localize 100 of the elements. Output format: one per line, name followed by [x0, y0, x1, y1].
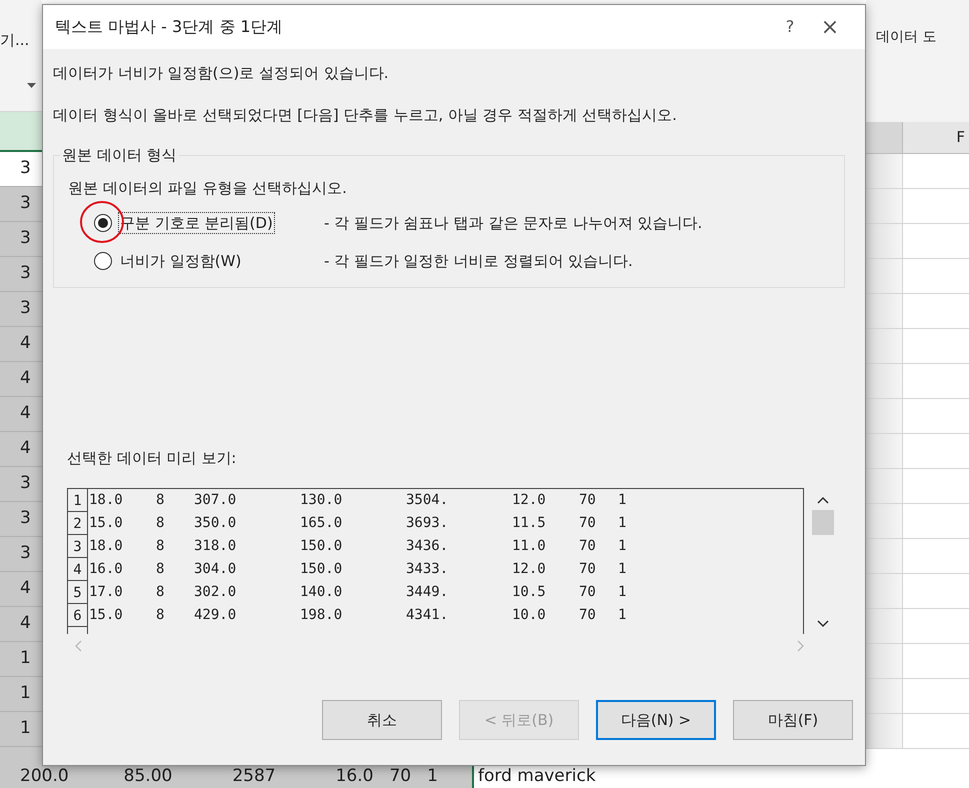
spreadsheet-cell	[866, 294, 903, 329]
preview-value: 8	[155, 491, 166, 510]
spreadsheet-cell	[866, 469, 903, 504]
preview-value: 8	[155, 583, 166, 602]
spreadsheet-cell	[866, 189, 903, 224]
preview-value: 1	[617, 537, 628, 556]
spreadsheet-cell	[866, 539, 903, 574]
preview-value: 70	[578, 537, 597, 556]
message-text: 데이터 형식이 올바로 선택되었다면 [다음] 단추를 누르고, 아닐 경우 적절하게 선택하십시오.	[53, 105, 678, 125]
preview-value: 165.0	[299, 514, 344, 533]
column-header[interactable]: F	[903, 122, 969, 153]
scroll-down-icon[interactable]	[816, 620, 828, 628]
spreadsheet-cell	[866, 259, 903, 294]
cell-value: 3	[20, 297, 31, 320]
cell-value: 3	[20, 157, 31, 180]
preview-value: 350.0	[193, 514, 238, 533]
dialog-button[interactable]: 다음(N) >	[596, 700, 716, 740]
preview-value: 70	[578, 583, 597, 602]
preview-value: 3449.	[405, 583, 450, 602]
radio-button[interactable]	[94, 214, 112, 232]
radio-option[interactable]: 너비가 일정함(W)	[94, 251, 326, 271]
ribbon-label: 기...	[0, 33, 30, 48]
preview-value: 8	[155, 560, 166, 579]
cell-value: 85.00	[124, 764, 172, 788]
spreadsheet-cell	[866, 364, 903, 399]
cell-value: 4	[20, 437, 31, 460]
preview-label: 선택한 데이터 미리 보기:	[67, 448, 238, 468]
preview-value: 1	[617, 606, 628, 625]
preview-value: 140.0	[299, 583, 344, 602]
preview-value: 11.0	[511, 537, 547, 556]
cell-value: 4	[20, 402, 31, 426]
spreadsheet-cell	[866, 329, 903, 364]
preview-value: 16.0	[88, 560, 124, 579]
preview-value: 15.0	[88, 606, 124, 625]
spreadsheet-cell	[866, 154, 903, 189]
spreadsheet-cell	[866, 399, 903, 434]
help-button[interactable]: ?	[775, 15, 805, 39]
spreadsheet-cell	[866, 679, 903, 714]
row-number: 4	[68, 558, 88, 581]
cell-value: 1	[427, 764, 438, 788]
prompt-text: 원본 데이터의 파일 유형을 선택하십시오.	[68, 178, 348, 198]
preview-value: 8	[155, 514, 166, 533]
preview-value: 18.0	[88, 537, 124, 556]
spreadsheet-cell	[866, 644, 903, 679]
cell-value: 3	[20, 192, 31, 216]
spreadsheet-cell	[866, 714, 903, 749]
row-number: 3	[68, 535, 88, 558]
preview-value: 11.5	[511, 514, 547, 533]
preview-value: 4341.	[405, 606, 450, 625]
spreadsheet-cell	[866, 224, 903, 259]
close-button[interactable]: ×	[815, 10, 845, 44]
spreadsheet-cell	[866, 574, 903, 609]
radio-button[interactable]	[94, 252, 112, 270]
cell-value: 16.0	[336, 764, 374, 788]
cell-value: 1	[20, 717, 31, 740]
cell-value: 3	[20, 227, 31, 250]
preview-value: 18.0	[88, 491, 124, 510]
preview-value: 307.0	[193, 491, 238, 510]
preview-value: 1	[617, 491, 628, 510]
ribbon-label: 데이터 도	[876, 30, 938, 44]
row-number: 1	[68, 489, 88, 512]
column-header[interactable]	[0, 112, 42, 152]
preview-value: 70	[578, 514, 597, 533]
dialog-button[interactable]: 취소	[322, 700, 442, 740]
preview-value: 10.0	[511, 606, 547, 625]
preview-value: 12.0	[511, 560, 547, 579]
preview-value: 10.5	[511, 583, 547, 602]
cell-value: 4	[20, 332, 31, 356]
preview-value: 70	[578, 606, 597, 625]
option-description: - 각 필드가 쉼표나 탭과 같은 문자로 나누어져 있습니다.	[324, 213, 702, 233]
preview-value: 1	[617, 560, 628, 579]
preview-value: 3433.	[405, 560, 450, 579]
row-number: 6	[68, 604, 88, 627]
cell-value: 3	[20, 542, 31, 566]
dropdown-icon[interactable]	[27, 83, 36, 88]
preview-value: 3693.	[405, 514, 450, 533]
cell-value: 3	[20, 507, 31, 530]
preview-value: 8	[155, 606, 166, 625]
preview-value: 12.0	[511, 491, 547, 510]
scrollbar-thumb[interactable]	[812, 510, 834, 535]
preview-value: 150.0	[299, 560, 344, 579]
preview-value: 198.0	[299, 606, 344, 625]
preview-value: 304.0	[193, 560, 238, 579]
spreadsheet-cell	[866, 434, 903, 469]
preview-value: 70	[578, 560, 597, 579]
cell-value: 4	[20, 612, 31, 636]
scroll-up-icon[interactable]	[816, 496, 828, 504]
cell-value: 4	[20, 367, 31, 390]
row-number: 2	[68, 512, 88, 535]
preview-value: 17.0	[88, 583, 124, 602]
preview-value: 318.0	[193, 537, 238, 556]
preview-value: 70	[578, 491, 597, 510]
message-text: 데이터가 너비가 일정함(으)로 설정되어 있습니다.	[53, 63, 390, 83]
cell-value: 4	[20, 577, 31, 600]
dialog-button[interactable]: 마침(F)	[733, 700, 853, 740]
preview-value: 3504.	[405, 491, 450, 510]
cell-value: 3	[20, 262, 31, 286]
cell-value: 2587	[232, 764, 276, 788]
cell-value: 1	[20, 682, 31, 706]
cell-value: 200.0	[20, 764, 69, 788]
